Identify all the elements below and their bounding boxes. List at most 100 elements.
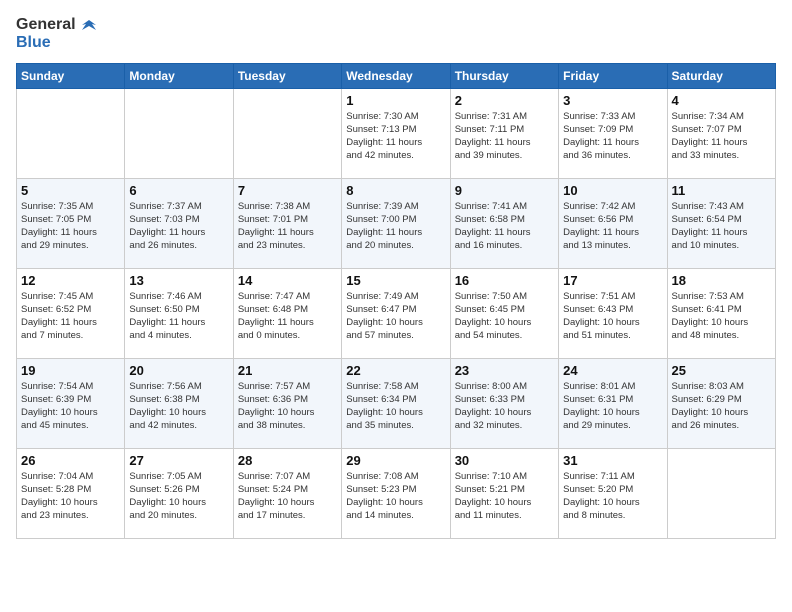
day-number: 24 [563, 363, 662, 378]
calendar-cell: 7 Sunrise: 7:38 AM Sunset: 7:01 PM Daylig… [233, 179, 341, 269]
cell-info: Sunrise: 7:57 AM Sunset: 6:36 PM Dayligh… [238, 381, 337, 432]
logo-general: General [16, 16, 96, 34]
day-number: 5 [21, 183, 120, 198]
cell-info: Sunrise: 7:45 AM Sunset: 6:52 PM Dayligh… [21, 291, 120, 342]
day-number: 19 [21, 363, 120, 378]
cell-info: Sunrise: 7:56 AM Sunset: 6:38 PM Dayligh… [129, 381, 228, 432]
day-number: 25 [672, 363, 771, 378]
cell-info: Sunrise: 8:03 AM Sunset: 6:29 PM Dayligh… [672, 381, 771, 432]
day-header-wednesday: Wednesday [342, 64, 450, 89]
cell-info: Sunrise: 7:30 AM Sunset: 7:13 PM Dayligh… [346, 111, 445, 162]
calendar-cell: 13Sunrise: 7:46 AM Sunset: 6:50 PM Dayli… [125, 269, 233, 359]
logo-blue: Blue [16, 34, 96, 52]
calendar-table: SundayMondayTuesdayWednesdayThursdayFrid… [16, 63, 776, 539]
day-number: 15 [346, 273, 445, 288]
calendar-cell: 16Sunrise: 7:50 AM Sunset: 6:45 PM Dayli… [450, 269, 558, 359]
logo-text: General Blue [16, 16, 96, 51]
cell-info: Sunrise: 7:54 AM Sunset: 6:39 PM Dayligh… [21, 381, 120, 432]
week-row-1: 1 Sunrise: 7:30 AM Sunset: 7:13 PM Daylig… [17, 89, 776, 179]
logo: General Blue [16, 16, 96, 51]
logo-bird-icon [82, 19, 96, 31]
calendar-cell: 17 Sunrise: 7:51 AM Sunset: 6:43 PM Dayli… [559, 269, 667, 359]
calendar-cell: 18 Sunrise: 7:53 AM Sunset: 6:41 PM Dayli… [667, 269, 775, 359]
calendar-cell: 31 Sunrise: 7:11 AM Sunset: 5:20 PM Dayli… [559, 449, 667, 539]
calendar-cell [125, 89, 233, 179]
day-number: 4 [672, 93, 771, 108]
cell-info: Sunrise: 7:50 AM Sunset: 6:45 PM Dayligh… [455, 291, 554, 342]
day-number: 14 [238, 273, 337, 288]
day-header-monday: Monday [125, 64, 233, 89]
day-number: 20 [129, 363, 228, 378]
cell-info: Sunrise: 7:07 AM Sunset: 5:24 PM Dayligh… [238, 471, 337, 522]
day-header-sunday: Sunday [17, 64, 125, 89]
calendar-cell: 30Sunrise: 7:10 AM Sunset: 5:21 PM Dayli… [450, 449, 558, 539]
day-number: 23 [455, 363, 554, 378]
day-number: 21 [238, 363, 337, 378]
calendar-cell: 5Sunrise: 7:35 AM Sunset: 7:05 PM Daylig… [17, 179, 125, 269]
calendar-cell: 29Sunrise: 7:08 AM Sunset: 5:23 PM Dayli… [342, 449, 450, 539]
week-row-5: 26Sunrise: 7:04 AM Sunset: 5:28 PM Dayli… [17, 449, 776, 539]
day-number: 9 [455, 183, 554, 198]
calendar-cell [17, 89, 125, 179]
cell-info: Sunrise: 7:38 AM Sunset: 7:01 PM Dayligh… [238, 201, 337, 252]
calendar-cell: 9Sunrise: 7:41 AM Sunset: 6:58 PM Daylig… [450, 179, 558, 269]
day-number: 31 [563, 453, 662, 468]
cell-info: Sunrise: 7:43 AM Sunset: 6:54 PM Dayligh… [672, 201, 771, 252]
calendar-cell: 6Sunrise: 7:37 AM Sunset: 7:03 PM Daylig… [125, 179, 233, 269]
day-header-friday: Friday [559, 64, 667, 89]
cell-info: Sunrise: 7:49 AM Sunset: 6:47 PM Dayligh… [346, 291, 445, 342]
calendar-cell: 8 Sunrise: 7:39 AM Sunset: 7:00 PM Daylig… [342, 179, 450, 269]
calendar-cell: 15 Sunrise: 7:49 AM Sunset: 6:47 PM Dayli… [342, 269, 450, 359]
day-number: 1 [346, 93, 445, 108]
cell-info: Sunrise: 7:08 AM Sunset: 5:23 PM Dayligh… [346, 471, 445, 522]
calendar-cell: 20 Sunrise: 7:56 AM Sunset: 6:38 PM Dayli… [125, 359, 233, 449]
day-number: 11 [672, 183, 771, 198]
cell-info: Sunrise: 7:39 AM Sunset: 7:00 PM Dayligh… [346, 201, 445, 252]
calendar-cell: 28 Sunrise: 7:07 AM Sunset: 5:24 PM Dayli… [233, 449, 341, 539]
cell-info: Sunrise: 8:01 AM Sunset: 6:31 PM Dayligh… [563, 381, 662, 432]
calendar-cell: 1 Sunrise: 7:30 AM Sunset: 7:13 PM Daylig… [342, 89, 450, 179]
calendar-cell: 26Sunrise: 7:04 AM Sunset: 5:28 PM Dayli… [17, 449, 125, 539]
calendar-cell: 3Sunrise: 7:33 AM Sunset: 7:09 PM Daylig… [559, 89, 667, 179]
calendar-cell: 2 Sunrise: 7:31 AM Sunset: 7:11 PM Daylig… [450, 89, 558, 179]
calendar-cell [667, 449, 775, 539]
header-row: SundayMondayTuesdayWednesdayThursdayFrid… [17, 64, 776, 89]
cell-info: Sunrise: 7:53 AM Sunset: 6:41 PM Dayligh… [672, 291, 771, 342]
cell-info: Sunrise: 7:42 AM Sunset: 6:56 PM Dayligh… [563, 201, 662, 252]
calendar-cell: 4 Sunrise: 7:34 AM Sunset: 7:07 PM Daylig… [667, 89, 775, 179]
day-number: 7 [238, 183, 337, 198]
calendar-cell: 14 Sunrise: 7:47 AM Sunset: 6:48 PM Dayli… [233, 269, 341, 359]
day-number: 17 [563, 273, 662, 288]
calendar-cell: 25 Sunrise: 8:03 AM Sunset: 6:29 PM Dayli… [667, 359, 775, 449]
day-number: 8 [346, 183, 445, 198]
day-number: 18 [672, 273, 771, 288]
calendar-cell: 19 Sunrise: 7:54 AM Sunset: 6:39 PM Dayli… [17, 359, 125, 449]
cell-info: Sunrise: 7:37 AM Sunset: 7:03 PM Dayligh… [129, 201, 228, 252]
day-header-saturday: Saturday [667, 64, 775, 89]
calendar-cell: 22Sunrise: 7:58 AM Sunset: 6:34 PM Dayli… [342, 359, 450, 449]
cell-info: Sunrise: 7:47 AM Sunset: 6:48 PM Dayligh… [238, 291, 337, 342]
calendar-cell [233, 89, 341, 179]
day-number: 13 [129, 273, 228, 288]
cell-info: Sunrise: 7:58 AM Sunset: 6:34 PM Dayligh… [346, 381, 445, 432]
page-header: General Blue [16, 16, 776, 51]
cell-info: Sunrise: 7:34 AM Sunset: 7:07 PM Dayligh… [672, 111, 771, 162]
calendar-cell: 24 Sunrise: 8:01 AM Sunset: 6:31 PM Dayli… [559, 359, 667, 449]
week-row-3: 12Sunrise: 7:45 AM Sunset: 6:52 PM Dayli… [17, 269, 776, 359]
calendar-cell: 11 Sunrise: 7:43 AM Sunset: 6:54 PM Dayli… [667, 179, 775, 269]
day-number: 10 [563, 183, 662, 198]
cell-info: Sunrise: 7:05 AM Sunset: 5:26 PM Dayligh… [129, 471, 228, 522]
cell-info: Sunrise: 8:00 AM Sunset: 6:33 PM Dayligh… [455, 381, 554, 432]
day-header-tuesday: Tuesday [233, 64, 341, 89]
cell-info: Sunrise: 7:51 AM Sunset: 6:43 PM Dayligh… [563, 291, 662, 342]
day-number: 26 [21, 453, 120, 468]
cell-info: Sunrise: 7:31 AM Sunset: 7:11 PM Dayligh… [455, 111, 554, 162]
day-number: 27 [129, 453, 228, 468]
week-row-2: 5Sunrise: 7:35 AM Sunset: 7:05 PM Daylig… [17, 179, 776, 269]
calendar-cell: 12Sunrise: 7:45 AM Sunset: 6:52 PM Dayli… [17, 269, 125, 359]
calendar-cell: 27 Sunrise: 7:05 AM Sunset: 5:26 PM Dayli… [125, 449, 233, 539]
cell-info: Sunrise: 7:33 AM Sunset: 7:09 PM Dayligh… [563, 111, 662, 162]
cell-info: Sunrise: 7:11 AM Sunset: 5:20 PM Dayligh… [563, 471, 662, 522]
day-number: 2 [455, 93, 554, 108]
day-number: 28 [238, 453, 337, 468]
